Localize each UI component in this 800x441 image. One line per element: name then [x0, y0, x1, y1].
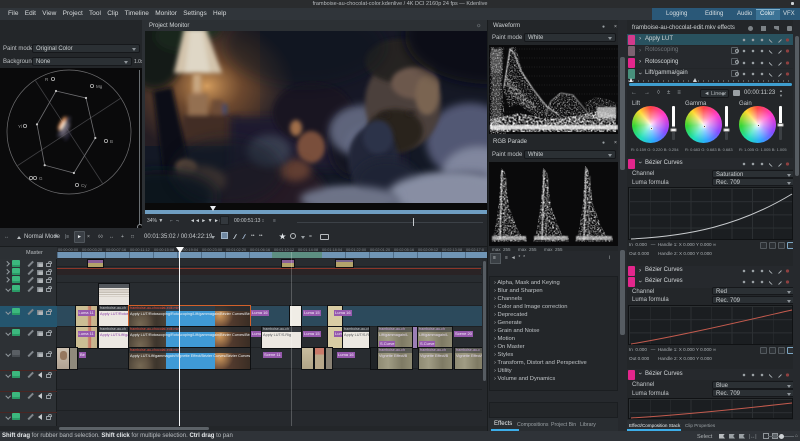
svg-text:B: B: [110, 139, 113, 144]
svg-text:G: G: [39, 176, 43, 181]
svg-text:Cy: Cy: [81, 183, 87, 188]
svg-text:R: R: [45, 77, 49, 82]
svg-text:Mg: Mg: [96, 84, 103, 89]
svg-text:Yl: Yl: [18, 124, 22, 129]
